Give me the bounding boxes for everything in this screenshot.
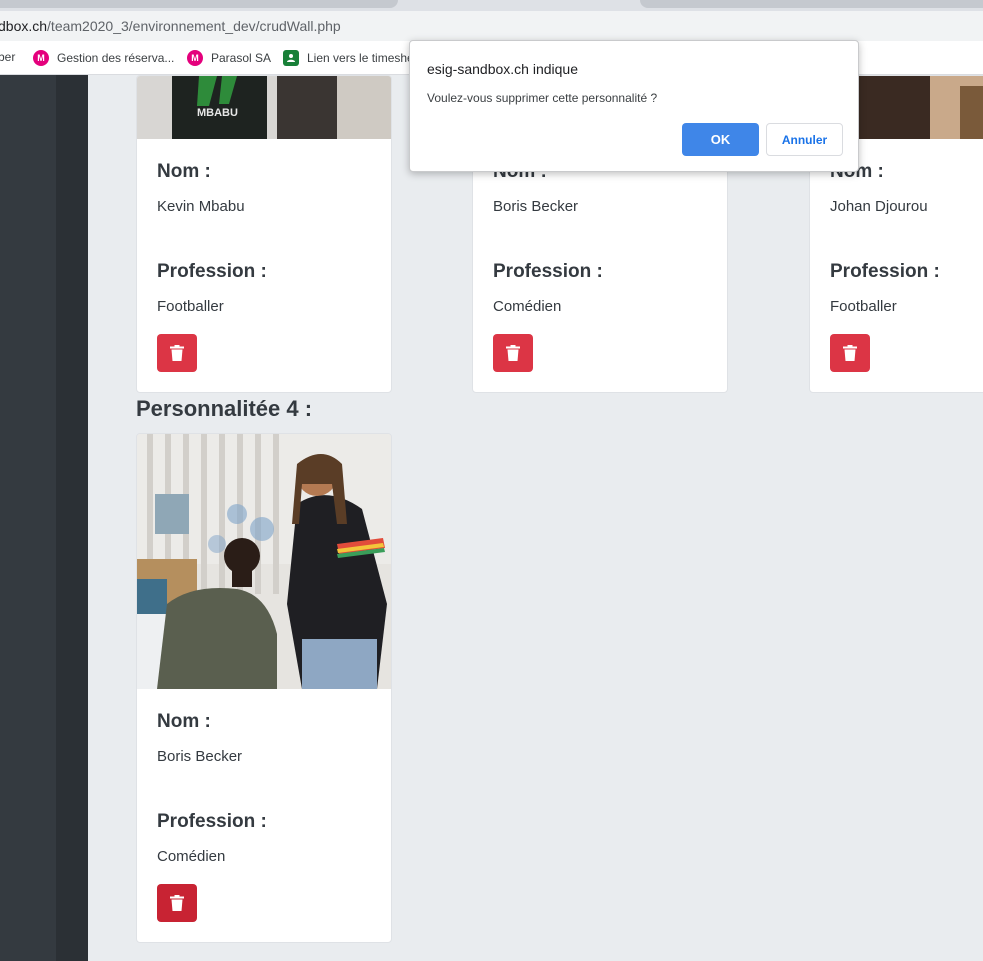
profession-value: Footballer xyxy=(157,298,224,315)
url-host: dbox.ch xyxy=(0,18,48,34)
delete-button[interactable] xyxy=(157,884,197,922)
delete-button[interactable] xyxy=(157,334,197,372)
delete-button[interactable] xyxy=(830,334,870,372)
section-title: Personnalitée 4 : xyxy=(136,396,313,421)
profession-value: Footballer xyxy=(830,298,897,315)
profession-label: Profession : xyxy=(493,261,603,282)
person-icon xyxy=(283,50,299,66)
ok-button[interactable]: OK xyxy=(682,123,759,156)
profession-label: Profession : xyxy=(157,261,267,282)
m-logo-icon: M xyxy=(33,50,49,66)
svg-text:MBABU: MBABU xyxy=(197,107,238,119)
m-logo-icon: M xyxy=(187,50,203,66)
browser-tab[interactable] xyxy=(640,0,983,8)
url-path: /team2020_3/environnement_dev/crudWall.p… xyxy=(47,18,341,34)
personality-card: MBABU Nom : Kevin Mbabu Profession : Foo… xyxy=(136,75,392,393)
bookmark-label: Gestion des réserva... xyxy=(57,51,175,65)
personality-photo: MBABU xyxy=(137,76,391,139)
nom-value: Boris Becker xyxy=(493,198,579,215)
nom-label: Nom : xyxy=(157,161,211,182)
bookmark-item[interactable]: ber xyxy=(0,50,15,64)
trash-icon xyxy=(843,345,857,361)
bookmark-label: ber xyxy=(0,50,16,64)
nom-value: Kevin Mbabu xyxy=(157,198,245,215)
sidebar-panel xyxy=(56,75,88,961)
profession-value: Comédien xyxy=(493,298,562,315)
profession-value: Comédien xyxy=(157,848,226,865)
nom-label: Nom : xyxy=(157,711,211,732)
dialog-message: Voulez-vous supprimer cette personnalité… xyxy=(427,91,658,105)
personality-card: Nom : Boris Becker Profession : Comédien xyxy=(136,433,392,943)
bookmark-item[interactable]: M Parasol SA xyxy=(187,50,271,66)
delete-button[interactable] xyxy=(493,334,533,372)
address-bar[interactable]: dbox.ch/team2020_3/environnement_dev/cru… xyxy=(0,11,983,41)
browser-tab[interactable] xyxy=(0,0,398,8)
tab-strip xyxy=(0,0,983,11)
nom-value: Johan Djourou xyxy=(830,198,928,215)
bookmark-label: Lien vers le timeshe xyxy=(307,51,414,65)
personality-photo xyxy=(137,434,391,689)
cancel-button[interactable]: Annuler xyxy=(766,123,843,156)
trash-icon xyxy=(506,345,520,361)
dialog-title: esig-sandbox.ch indique xyxy=(427,61,578,77)
bookmark-label: Parasol SA xyxy=(211,51,272,65)
bookmark-item[interactable]: Lien vers le timeshe xyxy=(283,50,414,66)
nom-value: Boris Becker xyxy=(157,748,243,765)
sidebar xyxy=(0,75,56,961)
bookmark-item[interactable]: M Gestion des réserva... xyxy=(33,50,174,66)
profession-label: Profession : xyxy=(830,261,940,282)
url-text[interactable]: dbox.ch/team2020_3/environnement_dev/cru… xyxy=(0,18,341,34)
confirm-dialog: esig-sandbox.ch indique Voulez-vous supp… xyxy=(409,40,859,172)
profession-label: Profession : xyxy=(157,811,267,832)
trash-icon xyxy=(170,345,184,361)
trash-icon xyxy=(170,895,184,911)
